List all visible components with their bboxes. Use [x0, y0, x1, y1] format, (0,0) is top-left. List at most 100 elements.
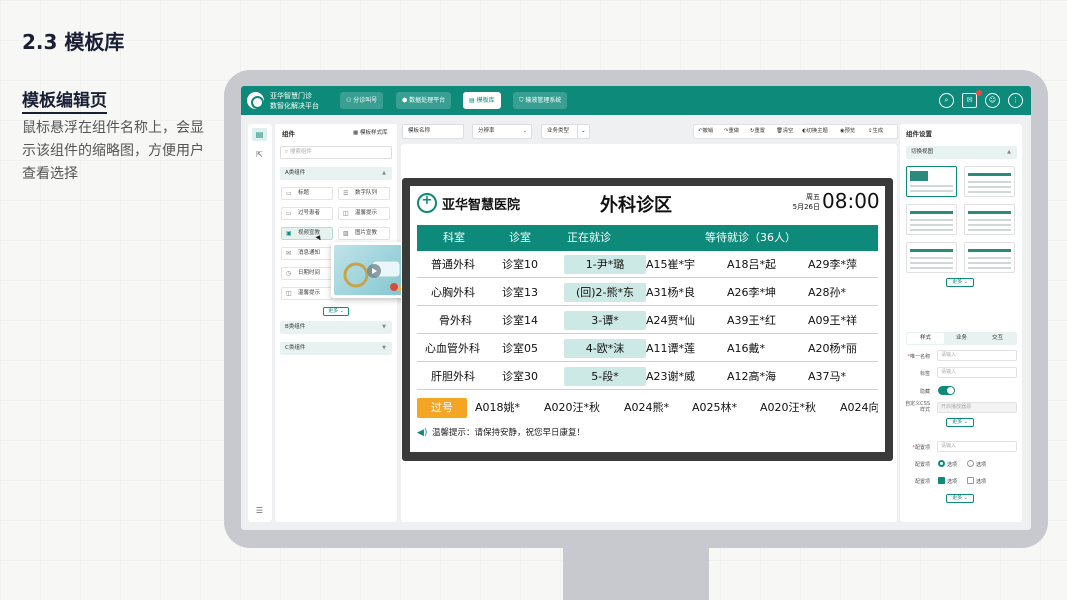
- template-thumb[interactable]: [964, 204, 1015, 235]
- table-row: 心胸外科 诊室13 (回)2-熊*东 A31杨*良 A26李*坤 A28孙*: [417, 279, 878, 306]
- resolution-select[interactable]: 分辨率 ⌄: [472, 124, 532, 139]
- library-icon: ▦: [353, 130, 360, 136]
- component-title[interactable]: ▭ 标题: [281, 187, 333, 200]
- table-row: 心血管外科 诊室05 4-欧*沫 A11谭*莲 A16戴* A20杨*丽: [417, 335, 878, 362]
- slide-title: 2.3 模板库: [22, 30, 125, 54]
- template-name-field[interactable]: 模板名称: [402, 124, 464, 139]
- user-icon[interactable]: ☺: [985, 93, 1000, 108]
- template-thumb[interactable]: [906, 242, 957, 273]
- queue-table-header: 科室 诊室 正在就诊 等待就诊（36人）: [417, 225, 878, 251]
- settings-panel: 组件设置 切换视图 ▲ 更多 ⌄ 样式 业务 交互 *唯一名称 请输入 标签 请输…: [900, 124, 1022, 522]
- component-panel-title: 组件: [282, 130, 295, 138]
- clear-button[interactable]: 🗑清空: [776, 125, 793, 138]
- right-more-button-2[interactable]: 更多 ⌄: [946, 418, 974, 427]
- header-current: 正在就诊: [567, 231, 611, 244]
- component-panel: 组件 ▦ 模板样式库 ⌕ 搜索组件 A类组件 ▲ ▭ 标题 ☰ 数字队列 ▭ 过号患者 …: [275, 124, 397, 522]
- group-b-header[interactable]: B类组件 ▼: [280, 321, 392, 334]
- brand-name: 亚华智慧门诊 数智化解决平台: [270, 92, 319, 110]
- chevron-down-icon: ⌄: [522, 128, 527, 134]
- chevron-up-icon: ▲: [382, 170, 386, 176]
- more-icon[interactable]: ⋮: [1008, 93, 1023, 108]
- component-date-time[interactable]: ◷ 日期时间: [281, 267, 333, 280]
- left-rail: ▤ ⇱ ☰: [248, 124, 272, 522]
- missed-number-bar: 过号 A018姚* A020汪*秋 A024熊* A025林* A020汪*秋 …: [417, 398, 878, 418]
- tab-interaction[interactable]: 交互: [979, 333, 1016, 344]
- display-preview-screen: 亚华智慧医院 外科诊区 周五 5月26日 08:00 科室 诊室 正在就诊 等待…: [410, 186, 885, 452]
- tip-icon: ◫: [343, 210, 349, 217]
- component-missed-patient[interactable]: ▭ 过号患者: [281, 207, 333, 220]
- field-label-unique-name: *唯一名称: [907, 354, 930, 360]
- tab-style[interactable]: 样式: [907, 333, 944, 344]
- display-preview-frame: 亚华智慧医院 外科诊区 周五 5月26日 08:00 科室 诊室 正在就诊 等待…: [402, 178, 893, 461]
- table-row: 肝胆外科 诊室30 5-段* A23谢*威 A12高*海 A37马*: [417, 363, 878, 390]
- group-a-header[interactable]: A类组件 ▲: [280, 167, 392, 180]
- right-more-button[interactable]: 更多 ⌄: [946, 278, 974, 287]
- config-label-2: 配置项: [914, 462, 930, 468]
- right-more-button-3[interactable]: 更多 ⌄: [946, 494, 974, 503]
- field-label-hidden: 隐藏: [919, 389, 930, 395]
- header-room: 诊室: [509, 231, 531, 244]
- list-icon: ☰: [343, 190, 349, 197]
- trash-icon: 🗑: [776, 128, 783, 134]
- tag-input[interactable]: 请输入: [937, 367, 1017, 378]
- chevron-up-icon: ▲: [1007, 149, 1011, 155]
- nav-item-data-platform[interactable]: ⬢ 数据处理平台: [396, 92, 452, 109]
- mail-icon[interactable]: ✉: [962, 93, 977, 108]
- template-thumb[interactable]: [906, 204, 957, 235]
- switch-view-header[interactable]: 切换视图 ▲: [906, 146, 1017, 159]
- component-warm-tip[interactable]: ◫ 温馨提示: [338, 207, 390, 220]
- reset-button[interactable]: ↻重置: [750, 125, 765, 138]
- switch-theme-button[interactable]: ◐切换主题: [802, 125, 828, 138]
- app-screen: 亚华智慧门诊 数智化解决平台 ⚇ 分诊叫号 ⬢ 数据处理平台 ▤ 模板库 ⛉ 输…: [241, 86, 1031, 530]
- radio-option-2[interactable]: [967, 460, 974, 467]
- video-icon: ▣: [286, 230, 292, 237]
- group-c-header[interactable]: C类组件 ▼: [280, 342, 392, 355]
- clinic-area-title: 外科诊区: [600, 195, 672, 216]
- chevron-down-icon: ▼: [382, 345, 386, 351]
- collapse-rail-icon[interactable]: ☰: [252, 504, 267, 517]
- chevron-down-icon: ⌄: [581, 128, 586, 134]
- component-number-queue[interactable]: ☰ 数字队列: [338, 187, 390, 200]
- table-row: 骨外科 诊室14 3-谭* A24贾*仙 A39王*红 A09王*祥: [417, 307, 878, 334]
- tab-business[interactable]: 业务: [943, 333, 980, 344]
- component-warm-tip-2[interactable]: ◫ 温馨提示: [281, 287, 333, 300]
- components-rail-icon[interactable]: ▤: [252, 128, 267, 141]
- template-icon: ▤: [469, 97, 477, 104]
- checkbox-option-1[interactable]: [938, 477, 945, 484]
- title-icon: ▭: [286, 190, 292, 197]
- redo-button[interactable]: ↷重做: [724, 125, 739, 138]
- template-thumb[interactable]: [906, 166, 957, 197]
- nav-item-triage[interactable]: ⚇ 分诊叫号: [340, 92, 384, 109]
- undo-button[interactable]: ↶撤销: [698, 125, 713, 138]
- message-icon: ✉: [286, 250, 292, 257]
- settings-tabs: 样式 业务 交互: [906, 332, 1017, 345]
- notification-badge: [976, 90, 982, 96]
- component-video-education[interactable]: ▣ 视频宣教: [281, 227, 333, 240]
- settings-panel-title: 组件设置: [906, 130, 932, 138]
- preview-button[interactable]: ◉预览: [840, 125, 855, 138]
- search-icon[interactable]: ⌕: [939, 93, 954, 108]
- hidden-toggle[interactable]: [938, 386, 955, 395]
- component-search-input[interactable]: ⌕ 搜索组件: [280, 146, 392, 159]
- unique-name-input[interactable]: 请输入: [937, 350, 1017, 361]
- export-rail-icon[interactable]: ⇱: [252, 148, 267, 161]
- custom-css-select[interactable]: 开启播放器源: [937, 402, 1017, 413]
- nav-item-infusion[interactable]: ⛉ 输液管理系统: [513, 92, 568, 109]
- table-row: 普通外科 诊室10 1-尹*璐 A15崔*宇 A18吕*起 A29李*萍: [417, 251, 878, 278]
- card-icon: ▭: [286, 210, 292, 217]
- warm-tip-text: ◀) 温馨提示：请保持安静，祝您早日康复！: [417, 428, 586, 438]
- config-input[interactable]: 请输入: [937, 441, 1017, 452]
- template-thumb[interactable]: [964, 242, 1015, 273]
- field-label-tag: 标签: [919, 371, 930, 377]
- checkbox-option-2[interactable]: [967, 477, 974, 484]
- template-style-library-link[interactable]: ▦ 模板样式库: [353, 128, 387, 136]
- component-image-education[interactable]: ▨ 图片宣教: [338, 227, 390, 240]
- nav-item-template-library[interactable]: ▤ 模板库: [463, 92, 501, 109]
- generate-button[interactable]: ⇪生成: [868, 125, 883, 138]
- component-message-notice[interactable]: ✉ 消息通知: [281, 247, 333, 260]
- radio-option-1[interactable]: [938, 460, 945, 467]
- business-type-dropdown[interactable]: ⌄: [577, 124, 590, 139]
- left-more-button[interactable]: 更多 ⌄: [323, 307, 349, 316]
- header-dept: 科室: [443, 231, 465, 244]
- template-thumb[interactable]: [964, 166, 1015, 197]
